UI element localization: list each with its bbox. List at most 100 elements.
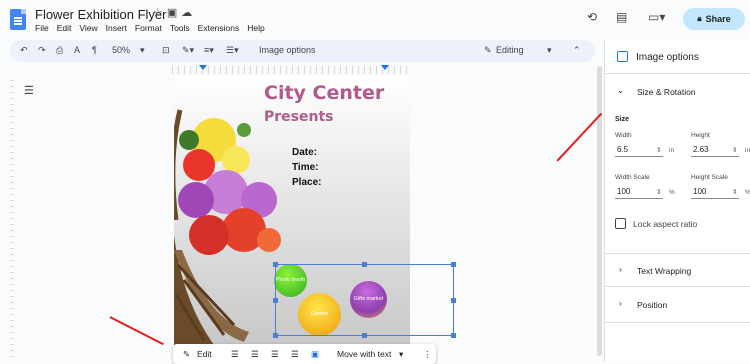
position-select[interactable]: Move with text [337,349,391,359]
collapse-icon[interactable]: ⌃ [573,45,581,56]
divider [605,253,750,254]
annotation-arrow [556,112,602,162]
height-stepper-icon[interactable]: ⇕ [732,146,737,154]
resize-handle[interactable] [362,262,367,267]
right-indent-marker[interactable] [381,65,389,70]
add-comment-icon[interactable]: ⊡ [162,45,170,56]
mode-chevron-icon[interactable]: ▾ [547,45,552,56]
lock-aspect-checkbox[interactable] [615,218,626,229]
size-chevron-icon[interactable]: ⌄ [617,85,624,96]
wrap-inline-icon[interactable]: ☰ [231,349,239,360]
position-chevron-icon[interactable]: ▾ [399,349,403,360]
paint-format-icon[interactable]: ¶ [92,45,97,55]
editing-pencil-icon[interactable]: ✎ [484,45,492,56]
menu-extensions[interactable]: Extensions [198,23,240,33]
edit-pencil-icon[interactable]: ✎ [183,349,190,360]
star-icon[interactable]: ☆ [153,7,167,19]
share-label: Share [705,14,731,24]
resize-handle[interactable] [451,262,456,267]
undo-icon[interactable]: ↶ [20,45,28,56]
flyer-subtitle: Presents [264,109,334,125]
height-scale-stepper-icon[interactable]: ⇕ [732,188,737,196]
border-weight-icon[interactable]: ≡▾ [204,45,214,56]
left-indent-marker[interactable] [199,65,207,70]
height-scale-label: Height Scale [691,174,728,181]
lock-aspect-label[interactable]: Lock aspect ratio [633,219,697,229]
edit-image-button[interactable]: Edit [197,349,212,359]
section-size-rotation[interactable]: Size & Rotation [637,87,696,97]
width-scale-stepper-icon[interactable]: ⇕ [656,188,661,196]
main-toolbar: ↶ ↷ ⎙ A ¶ 50% ▾ ⊡ ✎▾ ≡▾ ☰▾ Image options… [10,40,595,62]
resize-handle[interactable] [362,333,367,338]
divider [605,73,750,74]
resize-handle[interactable] [451,298,456,303]
panel-title: Image options [636,52,699,63]
image-options-icon [617,51,628,62]
image-selection-box[interactable] [273,262,456,338]
vertical-ruler[interactable] [10,80,14,360]
section-text-wrapping[interactable]: Text Wrapping [637,266,691,276]
divider [605,286,750,287]
width-unit: in [669,147,675,154]
history-icon[interactable]: ⟲ [587,10,597,24]
lock-icon: 🔒︎ [697,14,702,23]
border-color-icon[interactable]: ✎▾ [182,45,194,56]
move-folder-icon[interactable]: ▣ [167,7,181,19]
zoom-select[interactable]: 50% [112,45,130,55]
flyer-date-label: Date: [292,147,318,158]
zoom-chevron-icon[interactable]: ▾ [140,45,145,56]
resize-handle[interactable] [451,333,456,338]
behind-text-icon[interactable]: ☰ [291,349,299,360]
resize-handle[interactable] [273,333,278,338]
docs-logo-icon[interactable] [10,9,26,30]
width-scale-label: Width Scale [615,174,650,181]
width-scale-unit: % [669,189,675,196]
image-options-panel: Image options ⌄ Size & Rotation Size Wid… [604,40,750,362]
editing-mode-select[interactable]: Editing [496,45,524,55]
menu-tools[interactable]: Tools [170,23,190,33]
scrollbar[interactable] [597,66,602,356]
cloud-status-icon[interactable]: ☁ [181,7,196,19]
title-bar: Flower Exhibition Flyer ☆▣☁ File Edit Vi… [0,0,750,40]
width-label: Width [615,132,632,139]
flyer-title: City Center [264,82,385,104]
width-stepper-icon[interactable]: ⇕ [656,146,661,154]
height-label: Height [691,132,710,139]
divider [605,322,750,323]
resize-handle[interactable] [273,262,278,267]
menu-edit[interactable]: Edit [57,23,72,33]
menu-view[interactable]: View [79,23,97,33]
comments-icon[interactable]: ▤ [616,10,627,24]
meet-icon[interactable]: ▭▾ [648,10,665,24]
spellcheck-icon[interactable]: A [74,45,80,55]
menu-insert[interactable]: Insert [106,23,127,33]
wrap-text-icon[interactable]: ☰ [251,349,259,360]
menu-format[interactable]: Format [135,23,162,33]
section-position[interactable]: Position [637,300,667,310]
annotation-arrow [109,316,164,345]
in-front-of-text-icon[interactable]: ▣ [311,349,319,360]
menu-help[interactable]: Help [247,23,264,33]
size-heading: Size [615,116,630,123]
flower-basket-image[interactable] [174,100,284,345]
share-button[interactable]: 🔒︎ Share [683,8,745,30]
border-dash-icon[interactable]: ☰▾ [226,45,239,56]
flyer-place-label: Place: [292,177,322,188]
wrap-chevron-icon[interactable]: › [619,264,622,274]
break-text-icon[interactable]: ☰ [271,349,279,360]
horizontal-ruler[interactable] [172,66,412,74]
resize-handle[interactable] [273,298,278,303]
print-icon[interactable]: ⎙ [56,45,63,56]
height-unit: in [745,147,750,154]
document-outline-icon[interactable]: ☰ [24,84,34,97]
flyer-time-label: Time: [292,162,319,173]
image-options-button[interactable]: Image options [259,45,316,55]
height-scale-unit: % [745,189,750,196]
title-icons: ☆▣☁ [153,6,196,19]
redo-icon[interactable]: ↷ [38,45,46,56]
more-options-icon[interactable]: ⋮ [423,349,432,360]
image-context-toolbar: ✎ Edit ☰ ☰ ☰ ☰ ▣ Move with text ▾ ⋮ [173,344,436,364]
position-chevron-icon[interactable]: › [619,298,622,308]
document-title[interactable]: Flower Exhibition Flyer [35,7,167,22]
menu-file[interactable]: File [35,23,49,33]
